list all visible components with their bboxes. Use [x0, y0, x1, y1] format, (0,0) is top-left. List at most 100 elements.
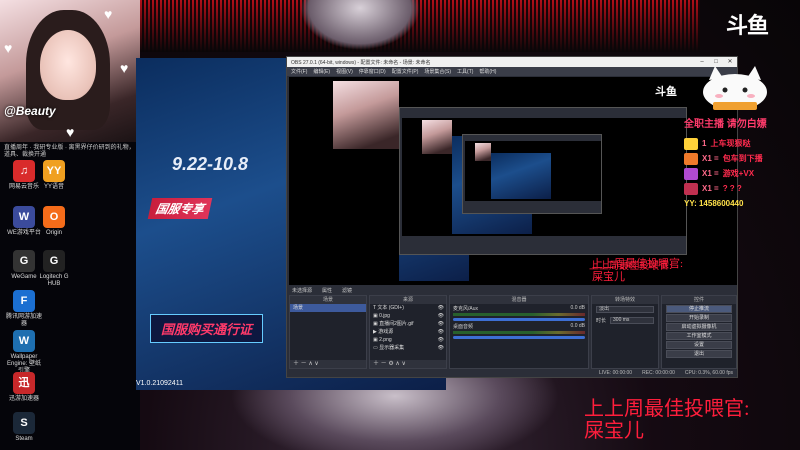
no-source-label: 未选择源: [292, 287, 313, 294]
douyu-logo: 斗鱼: [726, 13, 769, 38]
source-item[interactable]: ▶ 游戏源 👁: [370, 328, 446, 336]
desktop-icon[interactable]: O Origin: [34, 206, 74, 237]
sources-dock: 来源 T 文本 (GDI+) 👁 ▣ 0.jpg 👁 ▣ 直播间2图片.gif 👁 ▶…: [369, 295, 447, 369]
track-name: 桌面音频: [453, 324, 474, 330]
gift-tier-row: X1 =? ? ?: [684, 181, 796, 196]
volume-slider[interactable]: [453, 336, 585, 339]
desktop-icon[interactable]: G Logitech G HUB: [34, 250, 74, 288]
heart-icon: ♥: [120, 60, 129, 76]
obs-preview[interactable]: 斗鱼 上上周最佳投喂官:: [289, 77, 737, 285]
poster-badge: 国服专享: [147, 198, 213, 219]
scenes-title: 场景: [290, 296, 366, 304]
track-db: 0.0 dB: [570, 323, 585, 329]
heart-icon: ♥: [4, 40, 13, 56]
control-button[interactable]: 退出: [666, 350, 732, 358]
volume-slider[interactable]: [453, 318, 585, 321]
nested-obs-1: [399, 107, 687, 255]
obs-menubar: 文件(F) 编辑(E) 视图(V) 停靠窗口(D) 配置文件(P) 场景集合(S) 工具(T…: [287, 67, 737, 76]
robot-head-decoration: [300, 0, 420, 50]
heart-icon: ♥: [104, 6, 113, 22]
gift-tier-row: X1 = 游戏+VX: [684, 166, 796, 181]
mixer-track: 桌面音频 0.0 dB: [450, 322, 588, 340]
yy-number: YY: 1458600440: [684, 199, 744, 208]
source-item[interactable]: ▣ 2.png 👁: [370, 336, 446, 344]
scene-item[interactable]: 场景: [290, 304, 366, 312]
mixer-title: 混音器: [450, 296, 588, 304]
menu-item[interactable]: 配置文件(P): [392, 68, 419, 75]
panel-headline: 全职主播 请勿白嫖: [684, 119, 767, 130]
app-icon: G: [43, 250, 65, 272]
sources-toolbar[interactable]: ＋ － ⚙ ∧ ∨: [370, 360, 446, 368]
filters-button[interactable]: 滤镜: [342, 287, 352, 294]
app-icon: W: [13, 206, 35, 228]
desktop-icon[interactable]: 迅迅游加速器: [4, 372, 44, 403]
obs-source-toolbar: 未选择源 属性 滤镜: [289, 286, 737, 294]
top-feeder-text: 上上周最佳投喂官: 屎宝儿: [584, 398, 750, 442]
preview-webcam: [333, 81, 399, 149]
desktop-info-text: 直播周年 · 我研专业版 · 离黑界仔价研到的礼物，道具、裁换开通: [4, 145, 135, 158]
desktop-icon[interactable]: YY YY语音: [34, 160, 74, 191]
desktop-icon[interactable]: F 腾讯网游加速器: [4, 290, 44, 328]
rec-time: REC: 00:00:00: [642, 370, 675, 376]
duration-input[interactable]: 300 ms: [610, 317, 654, 324]
mixer-dock: 混音器 麦克风/Aux 0.0 dB 桌面音频 0.0 dB: [449, 295, 589, 369]
properties-button[interactable]: 属性: [322, 287, 332, 294]
live-time: LIVE: 00:00:00: [599, 370, 633, 376]
menu-item[interactable]: 帮助(H): [479, 68, 496, 75]
volume-meter: [453, 313, 585, 316]
source-item[interactable]: ▭ 显示器采集 👁: [370, 344, 446, 352]
menu-item[interactable]: 工具(T): [457, 68, 473, 75]
track-name: 麦克风/Aux: [453, 306, 479, 312]
obs-docks: 场景 场景 ＋ － ∧ ∨ 来源 T 文本 (GDI+) 👁 ▣ 0.jpg 👁 ▣…: [289, 295, 737, 369]
visibility-icon[interactable]: 👁: [438, 312, 444, 320]
menu-item[interactable]: 编辑(E): [313, 68, 330, 75]
desktop-icon-label: 迅游加速器: [8, 396, 39, 402]
desktop-icon-label: Logitech G HUB: [39, 274, 69, 287]
visibility-icon[interactable]: 👁: [438, 344, 444, 352]
volume-meter: [453, 331, 585, 334]
stream-canvas: 斗鱼 ♥ ♥ ♥ ♥ @Beauty 直播周年 · 我研专业版 · 离黑界仔价研…: [0, 0, 800, 450]
app-icon: 迅: [13, 372, 35, 394]
desktop-icon-label: Origin: [45, 230, 62, 236]
gift-icon: [684, 167, 698, 180]
webcam-label: @Beauty: [4, 104, 56, 118]
menu-item[interactable]: 停靠窗口(D): [359, 68, 386, 75]
control-button[interactable]: 工作室模式: [666, 332, 732, 340]
visibility-icon[interactable]: 👁: [438, 320, 444, 328]
visibility-icon[interactable]: 👁: [438, 336, 444, 344]
visibility-icon[interactable]: 👁: [438, 328, 444, 336]
gift-tier-row: X1 = 包车到下播: [684, 151, 796, 166]
desktop-icon[interactable]: S Steam: [4, 412, 44, 443]
source-item[interactable]: ▣ 直播间2图片.gif 👁: [370, 320, 446, 328]
obs-statusbar: LIVE: 00:00:00 REC: 00:00:00 CPU: 0.3%, …: [289, 369, 737, 377]
heart-icon: ♥: [66, 124, 75, 140]
sources-title: 来源: [370, 296, 446, 304]
duration-label: 时长: [596, 318, 607, 324]
control-button[interactable]: 开始录制: [666, 314, 732, 322]
menu-item[interactable]: 文件(F): [291, 68, 307, 75]
gift-icon: [684, 152, 698, 165]
cpu-usage: CPU: 0.3%, 60.00 fps: [684, 370, 733, 376]
source-item[interactable]: T 文本 (GDI+) 👁: [370, 304, 446, 312]
scenes-toolbar[interactable]: ＋ － ∧ ∨: [290, 360, 366, 368]
transition-select[interactable]: 淡出: [596, 306, 654, 313]
desktop-icon-label: 腾讯网游加速器: [5, 314, 42, 327]
visibility-icon[interactable]: 👁: [438, 304, 444, 312]
transitions-dock: 转场特效 淡出 时长 300 ms: [591, 295, 659, 369]
app-icon: YY: [43, 160, 65, 182]
control-button[interactable]: 设置: [666, 341, 732, 349]
menu-item[interactable]: 场景集合(S): [424, 68, 451, 75]
event-date: 9.22-10.8: [172, 154, 249, 174]
control-button[interactable]: 启动虚拟摄像机: [666, 323, 732, 331]
scenes-dock: 场景 场景 ＋ － ∧ ∨: [289, 295, 367, 369]
stream-info-panel: 全职主播 请勿白嫖 1 上车现狠哒 X1 = 包车到下播 X1 = 游戏+VX X1 =? …: [684, 115, 796, 235]
audio-equalizer: [140, 0, 700, 52]
source-item[interactable]: ▣ 0.jpg 👁: [370, 312, 446, 320]
menu-item[interactable]: 视图(V): [336, 68, 353, 75]
cat-mascot: [703, 66, 767, 110]
control-button[interactable]: 停止推流: [666, 305, 732, 313]
app-icon: ♫: [13, 160, 35, 182]
app-icon: F: [13, 290, 35, 312]
webcam-feed: ♥ ♥ ♥ ♥ @Beauty: [0, 0, 140, 142]
desktop-icon[interactable]: W Wallpaper Engine: 壁纸引擎: [4, 330, 44, 375]
